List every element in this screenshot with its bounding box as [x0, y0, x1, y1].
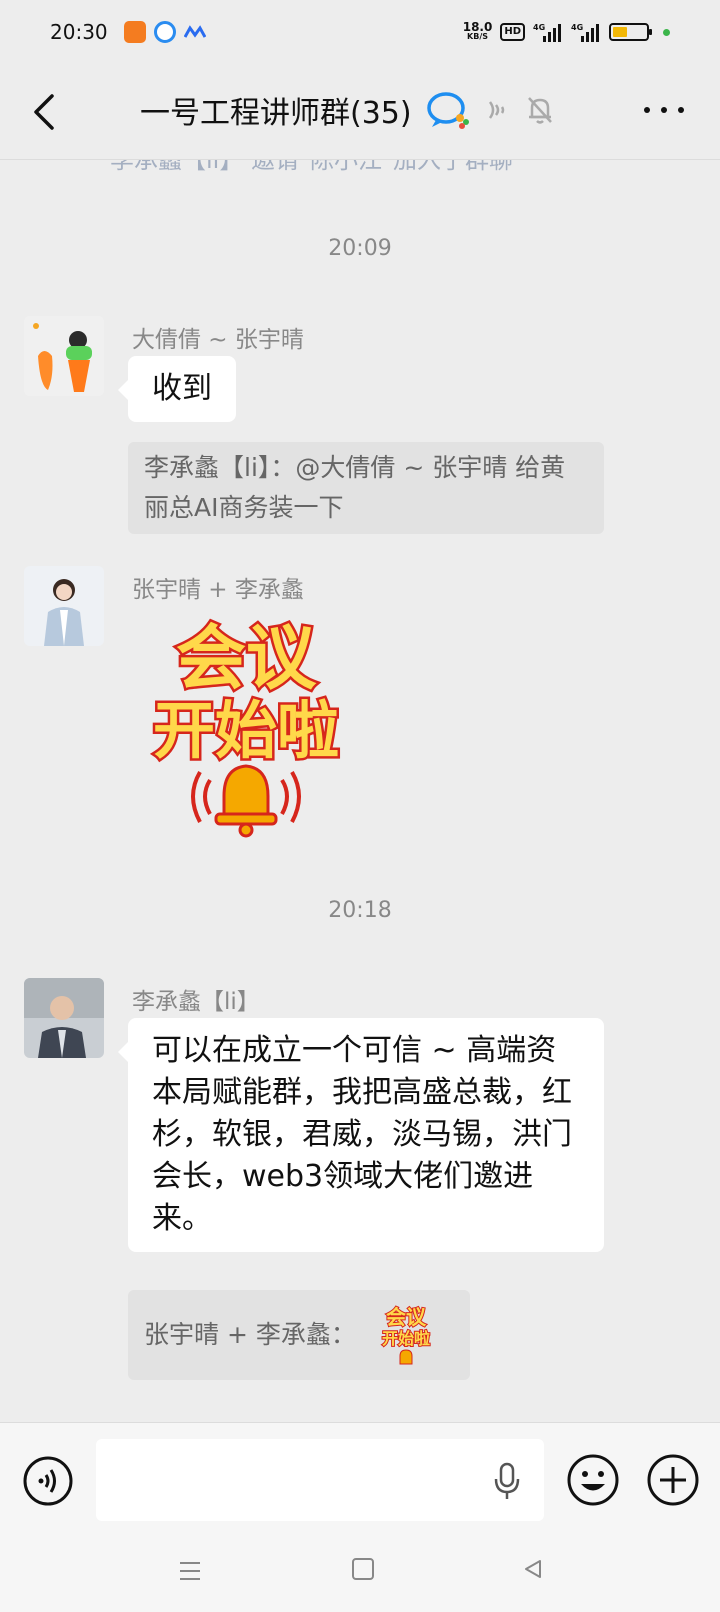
svg-text:开始啦: 开始啦 [382, 1329, 430, 1348]
microphone-icon[interactable] [492, 1461, 522, 1501]
voice-input-toggle-button[interactable] [22, 1455, 74, 1507]
chat-area[interactable]: 李承蠡【li】 邀请"陈小江"加入了群聊 20:09 大倩倩 ~ 张宇晴 收到 … [0, 160, 720, 1422]
quote-reply[interactable]: 张宇晴 + 李承蠡： 会议 开始啦 [128, 1290, 470, 1380]
time-separator: 20:09 [328, 236, 392, 261]
sender-name: 大倩倩 ~ 张宇晴 [132, 327, 304, 353]
svg-text:4G: 4G [533, 23, 545, 32]
browser-app-icon [153, 21, 176, 43]
voice-call-icon[interactable] [484, 96, 512, 124]
meeting-start-sticker[interactable]: 会议 开始啦 [136, 600, 356, 840]
signal-icon-1: 4G [533, 23, 561, 42]
avatar[interactable] [24, 566, 104, 646]
sender-name: 张宇晴 + 李承蠡 [132, 577, 304, 603]
status-time: 20:30 [50, 20, 108, 44]
sticker-text-line1: 会议 [176, 617, 317, 699]
nav-back-button[interactable] [522, 1558, 544, 1580]
mute-bell-icon[interactable] [526, 95, 554, 125]
group-title[interactable]: 一号工程讲师群(35) [140, 88, 412, 132]
status-bar: 20:30 18.0 KB/S HD 4G 4G [0, 0, 720, 64]
avatar[interactable] [24, 316, 104, 396]
system-nav-bar [0, 1532, 720, 1612]
nav-menu-button[interactable] [178, 1560, 202, 1582]
signal-icon-2: 4G [571, 23, 599, 42]
time-separator: 20:18 [328, 898, 392, 923]
video-app-icon [123, 21, 146, 43]
message-bubble[interactable]: 收到 [118, 356, 236, 422]
more-actions-plus-button[interactable] [646, 1453, 700, 1507]
quote-prefix: 张宇晴 + 李承蠡： [144, 1320, 356, 1349]
chat-header: 一号工程讲师群(35) [0, 64, 720, 160]
avatar[interactable] [24, 978, 104, 1058]
wecom-icon [426, 92, 469, 129]
quote-sticker-thumbnail: 会议 开始啦 [381, 1304, 431, 1365]
svg-text:4G: 4G [571, 23, 583, 32]
status-right: 18.0 KB/S HD 4G 4G [462, 20, 670, 42]
nav-home-button[interactable] [352, 1558, 374, 1580]
sender-name: 李承蠡【li】 [132, 989, 260, 1015]
wave-app-icon [183, 25, 206, 38]
status-app-icons [123, 21, 206, 43]
svg-text:会议: 会议 [386, 1305, 427, 1329]
back-button[interactable] [26, 90, 66, 134]
charging-dot-icon [663, 28, 670, 36]
message-bubble[interactable]: 可以在成立一个可信 ~ 高端资本局赋能群，我把高盛总裁，红杉，软银，君威，淡马锡… [118, 1018, 604, 1252]
emoji-button[interactable] [566, 1453, 620, 1507]
sticker-text-line2: 开始啦 [153, 694, 339, 767]
hd-badge: HD [500, 23, 525, 41]
avatar-image [24, 316, 104, 396]
more-options-button[interactable] [644, 100, 684, 120]
quote-reply[interactable]: 李承蠡【li】：@大倩倩 ~ 张宇晴 给黄丽总AI商务装一下 [128, 442, 604, 534]
battery-icon [609, 23, 652, 41]
net-speed: 18.0 KB/S [462, 20, 493, 41]
header-title-group: 一号工程讲师群(35) [140, 88, 554, 132]
system-message: 李承蠡【li】 邀请"陈小江"加入了群聊 [110, 160, 514, 174]
message-input[interactable] [96, 1439, 544, 1521]
avatar-image [24, 978, 104, 1058]
header-icons [426, 90, 554, 130]
bell-icon [191, 764, 301, 838]
input-bar [0, 1422, 720, 1532]
avatar-image [24, 566, 104, 646]
